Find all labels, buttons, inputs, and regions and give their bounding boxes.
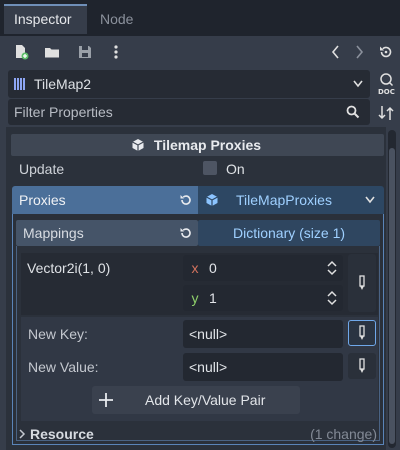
tilemap-icon — [13, 77, 27, 91]
docs-icon[interactable]: DOC — [376, 71, 396, 97]
chevron-down-icon — [364, 195, 376, 205]
proxies-label: Proxies — [19, 192, 66, 208]
sort-icon[interactable] — [377, 104, 395, 122]
add-pair-label: Add Key/Value Pair — [145, 392, 266, 408]
more-vert-icon[interactable] — [105, 41, 127, 63]
search-icon — [346, 105, 360, 119]
pencil-icon — [359, 358, 365, 373]
x-value[interactable]: 0 — [209, 255, 217, 281]
x-spinbox[interactable]: x 0 — [183, 255, 343, 281]
save-icon[interactable] — [74, 41, 96, 63]
pencil-icon — [359, 275, 365, 290]
resource-section[interactable]: Resource (1 change) — [12, 423, 384, 445]
y-value[interactable]: 1 — [209, 285, 217, 311]
mappings-dictionary-button[interactable]: Dictionary (size 1) — [198, 220, 380, 246]
new-key-value: <null> — [189, 326, 228, 342]
revert-icon[interactable] — [179, 226, 193, 240]
updown-icon[interactable] — [327, 260, 337, 276]
forward-icon[interactable] — [348, 41, 370, 63]
new-value-label: New Value: — [28, 359, 99, 375]
new-resource-icon[interactable] — [10, 41, 32, 63]
add-key-value-pair-button[interactable]: Add Key/Value Pair — [92, 386, 300, 414]
pencil-icon — [359, 325, 365, 340]
new-value-field[interactable]: <null> — [183, 353, 343, 381]
object-name: TileMap2 — [34, 76, 92, 92]
mappings-label: Mappings — [23, 225, 84, 241]
entry-key-label: Vector2i(1, 0) — [27, 260, 111, 276]
new-value-value: <null> — [189, 359, 228, 375]
new-value-edit-button[interactable] — [348, 353, 376, 379]
new-key-field[interactable]: <null> — [183, 320, 343, 348]
resource-label: Resource — [30, 426, 94, 442]
chevron-down-icon — [352, 79, 364, 89]
update-checkbox-label[interactable]: On — [226, 159, 245, 179]
mappings-value: Dictionary (size 1) — [232, 225, 346, 241]
section-title: Tilemap Proxies — [153, 137, 262, 153]
proxies-value: TileMapProxies — [236, 192, 332, 208]
proxies-property[interactable]: Proxies — [12, 186, 198, 214]
history-icon[interactable] — [375, 41, 397, 63]
plus-icon — [98, 392, 114, 408]
filter-placeholder: Filter Properties — [14, 104, 113, 120]
update-checkbox[interactable] — [203, 161, 217, 175]
tab-node[interactable]: Node — [90, 4, 150, 34]
mappings-property[interactable]: Mappings — [16, 220, 198, 246]
section-header: Tilemap Proxies — [11, 134, 384, 156]
object-selector[interactable]: TileMap2 — [8, 70, 370, 98]
new-key-edit-button[interactable] — [348, 320, 376, 346]
resource-changes: (1 change) — [310, 426, 377, 442]
y-axis-label: y — [191, 290, 199, 306]
updown-icon[interactable] — [327, 290, 337, 306]
tab-inspector[interactable]: Inspector — [4, 4, 87, 34]
back-icon[interactable] — [325, 41, 347, 63]
scrollbar-thumb[interactable] — [389, 148, 395, 444]
open-folder-icon[interactable] — [41, 41, 63, 63]
svg-text:DOC: DOC — [378, 88, 395, 96]
update-label: Update — [19, 161, 65, 177]
chevron-right-icon — [18, 429, 26, 439]
x-axis-label: x — [191, 260, 199, 276]
revert-icon[interactable] — [179, 193, 193, 207]
new-key-label: New Key: — [28, 326, 88, 342]
proxies-resource-picker[interactable]: TileMapProxies — [198, 186, 384, 214]
entry-edit-button[interactable] — [348, 254, 376, 312]
filter-properties-input[interactable]: Filter Properties — [8, 99, 370, 125]
y-spinbox[interactable]: y 1 — [183, 285, 343, 311]
resource-cube-icon — [205, 193, 219, 207]
